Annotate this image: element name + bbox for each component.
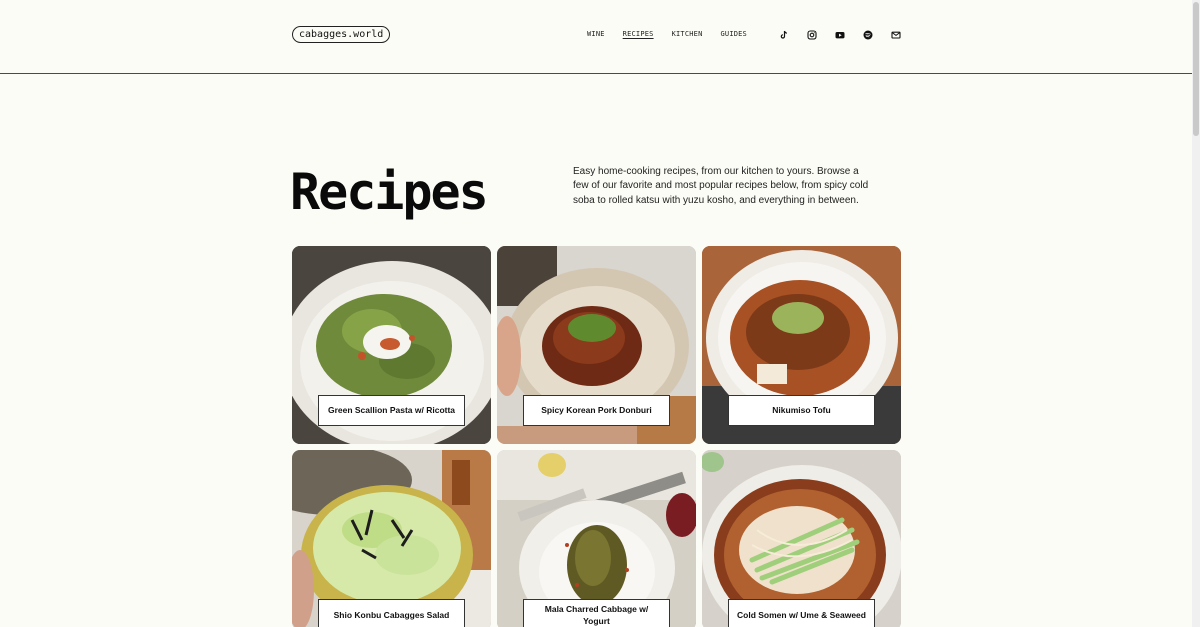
recipe-card[interactable]: Cold Somen w/ Ume & Seaweed (702, 450, 901, 627)
recipe-card[interactable]: Nikumiso Tofu (702, 246, 901, 444)
recipe-card[interactable]: Mala Charred Cabbage w/ Yogurt (497, 450, 696, 627)
social-links (779, 30, 901, 40)
nav-recipes[interactable]: RECIPES (623, 30, 654, 38)
nav-guides[interactable]: GUIDES (720, 30, 747, 38)
tiktok-icon[interactable] (779, 30, 789, 40)
recipe-card[interactable]: Shio Konbu Cabagges Salad (292, 450, 491, 627)
recipe-title: Cold Somen w/ Ume & Seaweed (728, 599, 875, 627)
recipe-grid: Green Scallion Pasta w/ Ricotta Spicy Ko… (292, 246, 901, 627)
recipe-title: Spicy Korean Pork Donburi (523, 395, 670, 426)
recipe-title: Mala Charred Cabbage w/ Yogurt (523, 599, 670, 627)
recipe-card[interactable]: Green Scallion Pasta w/ Ricotta (292, 246, 491, 444)
page-intro: Easy home-cooking recipes, from our kitc… (573, 166, 869, 206)
recipe-card[interactable]: Spicy Korean Pork Donburi (497, 246, 696, 444)
nav-wine[interactable]: WINE (587, 30, 605, 38)
nav-kitchen[interactable]: KITCHEN (672, 30, 703, 38)
scrollbar-thumb[interactable] (1193, 2, 1199, 136)
recipe-title: Shio Konbu Cabagges Salad (318, 599, 465, 627)
page-title: Recipes (290, 163, 489, 221)
site-header: cabagges.world WINE RECIPES KITCHEN GUID… (0, 0, 1192, 74)
recipe-title: Green Scallion Pasta w/ Ricotta (318, 395, 465, 426)
mail-icon[interactable] (891, 30, 901, 40)
site-logo[interactable]: cabagges.world (292, 26, 391, 43)
main-nav: WINE RECIPES KITCHEN GUIDES (587, 30, 747, 38)
recipe-title: Nikumiso Tofu (728, 395, 875, 426)
instagram-icon[interactable] (807, 30, 817, 40)
spotify-icon[interactable] (863, 30, 873, 40)
youtube-icon[interactable] (835, 30, 845, 40)
